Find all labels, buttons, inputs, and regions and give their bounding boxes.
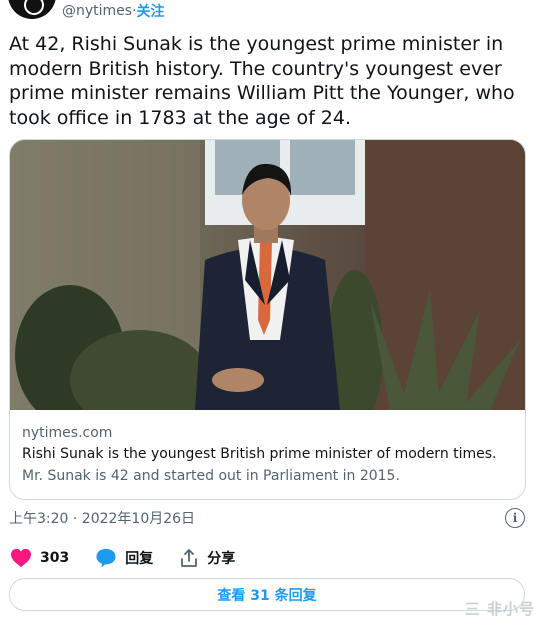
view-replies-button[interactable]: 查看 31 条回复 bbox=[9, 578, 525, 611]
card-domain: nytimes.com bbox=[22, 425, 113, 441]
card-meta: nytimes.com Rishi Sunak is the youngest … bbox=[22, 423, 515, 487]
like-count: 303 bbox=[40, 550, 70, 566]
share-label: 分享 bbox=[207, 551, 236, 567]
card-title: Rishi Sunak is the youngest British prim… bbox=[22, 446, 497, 462]
avatar[interactable] bbox=[8, 0, 56, 19]
link-card[interactable]: nytimes.com Rishi Sunak is the youngest … bbox=[9, 139, 526, 500]
reply-label: 回复 bbox=[125, 551, 154, 567]
action-bar: 303 回复 分享 bbox=[10, 545, 261, 571]
timestamp[interactable]: 上午3:20 · 2022年10月26日 bbox=[9, 508, 195, 528]
reply-button[interactable]: 回复 bbox=[95, 548, 153, 568]
tweet-header: @nytimes · 关注 bbox=[8, 0, 165, 20]
watermark: 三 非小号 bbox=[464, 600, 535, 618]
timestamp-row: 上午3:20 · 2022年10月26日 i bbox=[9, 507, 525, 529]
user-handle[interactable]: @nytimes bbox=[62, 3, 132, 19]
heart-icon bbox=[11, 548, 31, 568]
share-button[interactable]: 分享 bbox=[179, 548, 235, 568]
tweet-text: At 42, Rishi Sunak is the youngest prime… bbox=[9, 33, 515, 129]
follow-button[interactable]: 关注 bbox=[137, 1, 165, 21]
share-icon bbox=[181, 549, 198, 567]
reply-bubble-icon bbox=[96, 548, 116, 568]
card-description: Mr. Sunak is 42 and started out in Parli… bbox=[22, 468, 400, 484]
card-image bbox=[10, 140, 525, 410]
like-button[interactable]: 303 bbox=[10, 548, 69, 568]
info-icon[interactable]: i bbox=[505, 508, 525, 528]
